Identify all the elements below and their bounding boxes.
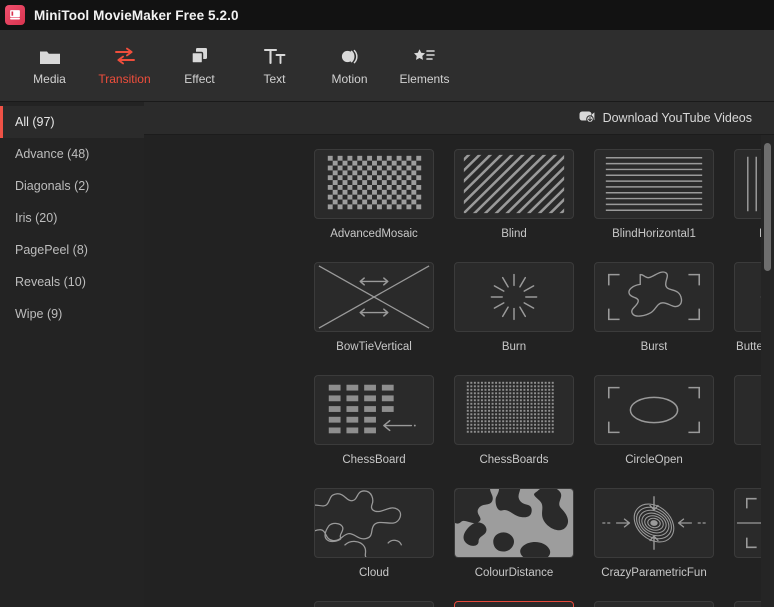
category-sidebar: All (97) Advance (48) Diagonals (2) Iris… [0, 102, 144, 607]
transition-thumbnail[interactable] [314, 375, 434, 445]
pane-header: Download YouTube Videos [144, 102, 774, 135]
grid-vertical-scrollbar[interactable] [761, 135, 774, 607]
download-youtube-videos-label: Download YouTube Videos [603, 111, 752, 125]
toolbar-label-text: Text [263, 72, 285, 86]
sidebar-item-diagonals[interactable]: Diagonals (2) [0, 170, 144, 202]
sidebar-item-wipe[interactable]: Wipe (9) [0, 298, 144, 330]
content-area: All (97) Advance (48) Diagonals (2) Iris… [0, 102, 774, 607]
toolbar-label-media: Media [33, 72, 66, 86]
transition-cell: ChessBoard [304, 375, 444, 488]
transition-thumbnail[interactable] [454, 601, 574, 607]
transition-thumbnail[interactable] [594, 149, 714, 219]
toolbar-item-transition[interactable]: Transition [87, 36, 162, 96]
toolbar-item-elements[interactable]: Elements [387, 36, 462, 96]
transition-icon [113, 46, 137, 66]
transition-label: AdvancedMosaic [330, 228, 418, 240]
transition-thumbnail[interactable] [454, 149, 574, 219]
effect-icon [189, 46, 211, 66]
transition-cell: BlindHorizontal1 [584, 149, 724, 262]
toolbar-label-elements: Elements [399, 72, 449, 86]
transition-cell [444, 601, 584, 607]
transition-cell: AdvancedMosaic [304, 149, 444, 262]
title-bar: MiniTool MovieMaker Free 5.2.0 [0, 0, 774, 30]
transition-label: CrazyParametricFun [601, 567, 706, 579]
sidebar-label-wipe: Wipe (9) [15, 307, 62, 321]
transition-cell [584, 601, 724, 607]
transition-cell: Burn [444, 262, 584, 375]
sidebar-label-all: All (97) [15, 115, 55, 129]
sidebar-label-pagepeel: PagePeel (8) [15, 243, 88, 257]
transition-cell: BowTieVertical [304, 262, 444, 375]
transition-thumbnail[interactable] [594, 488, 714, 558]
transition-thumbnail[interactable] [314, 149, 434, 219]
transition-browser-pane: Download YouTube Videos AdvancedMosaic Bl… [144, 102, 774, 607]
transition-thumbnail[interactable] [314, 601, 434, 607]
transition-cell: ColourDistance [444, 488, 584, 601]
transition-thumbnail[interactable] [314, 262, 434, 332]
transition-cell [304, 601, 444, 607]
transition-cell: CrazyParametricFun [584, 488, 724, 601]
transition-thumbnail[interactable] [454, 375, 574, 445]
transition-thumbnail[interactable] [314, 488, 434, 558]
motion-icon [338, 46, 362, 66]
transition-label: ChessBoards [479, 454, 548, 466]
transition-cell: Blind [444, 149, 584, 262]
transition-grid: AdvancedMosaicBlindBlindHorizontal1Blind… [144, 135, 774, 607]
toolbar-item-media[interactable]: Media [12, 36, 87, 96]
transition-label: BlindHorizontal1 [612, 228, 696, 240]
toolbar-item-effect[interactable]: Effect [162, 36, 237, 96]
transition-cell: Burst [584, 262, 724, 375]
transition-thumbnail[interactable] [454, 262, 574, 332]
transition-thumbnail[interactable] [594, 262, 714, 332]
sidebar-label-iris: Iris (20) [15, 211, 57, 225]
toolbar-label-effect: Effect [184, 72, 214, 86]
transition-label: Burn [502, 341, 526, 353]
transition-thumbnail[interactable] [594, 601, 714, 607]
transition-thumbnail[interactable] [594, 375, 714, 445]
transition-cell: ChessBoards [444, 375, 584, 488]
transition-grid-scroll: AdvancedMosaicBlindBlindHorizontal1Blind… [144, 135, 774, 607]
app-title: MiniTool MovieMaker Free 5.2.0 [34, 8, 239, 23]
download-youtube-videos-button[interactable]: Download YouTube Videos [579, 110, 752, 126]
toolbar-item-motion[interactable]: Motion [312, 36, 387, 96]
scrollbar-thumb[interactable] [764, 143, 771, 271]
elements-icon [412, 46, 438, 66]
sidebar-item-iris[interactable]: Iris (20) [0, 202, 144, 234]
transition-thumbnail[interactable] [454, 488, 574, 558]
toolbar-item-text[interactable]: Text [237, 36, 312, 96]
main-toolbar: Media Transition Effect Text [0, 30, 774, 102]
folder-icon [39, 46, 61, 66]
sidebar-item-pagepeel[interactable]: PagePeel (8) [0, 234, 144, 266]
transition-label: Cloud [359, 567, 389, 579]
transition-label: Blind [501, 228, 527, 240]
transition-label: BowTieVertical [336, 341, 412, 353]
sidebar-item-all[interactable]: All (97) [0, 106, 144, 138]
transition-label: CircleOpen [625, 454, 683, 466]
text-icon [263, 46, 287, 66]
toolbar-label-motion: Motion [331, 72, 367, 86]
transition-label: ChessBoard [342, 454, 405, 466]
sidebar-label-reveals: Reveals (10) [15, 275, 86, 289]
sidebar-label-diagonals: Diagonals (2) [15, 179, 89, 193]
sidebar-item-reveals[interactable]: Reveals (10) [0, 266, 144, 298]
transition-label: Burst [641, 341, 668, 353]
transition-cell: Cloud [304, 488, 444, 601]
sidebar-item-advance[interactable]: Advance (48) [0, 138, 144, 170]
toolbar-label-transition: Transition [98, 72, 150, 86]
transition-label: ColourDistance [475, 567, 554, 579]
transition-cell: CircleOpen [584, 375, 724, 488]
sidebar-label-advance: Advance (48) [15, 147, 89, 161]
moviemaker-app-icon [5, 5, 25, 25]
youtube-download-icon [579, 110, 595, 126]
